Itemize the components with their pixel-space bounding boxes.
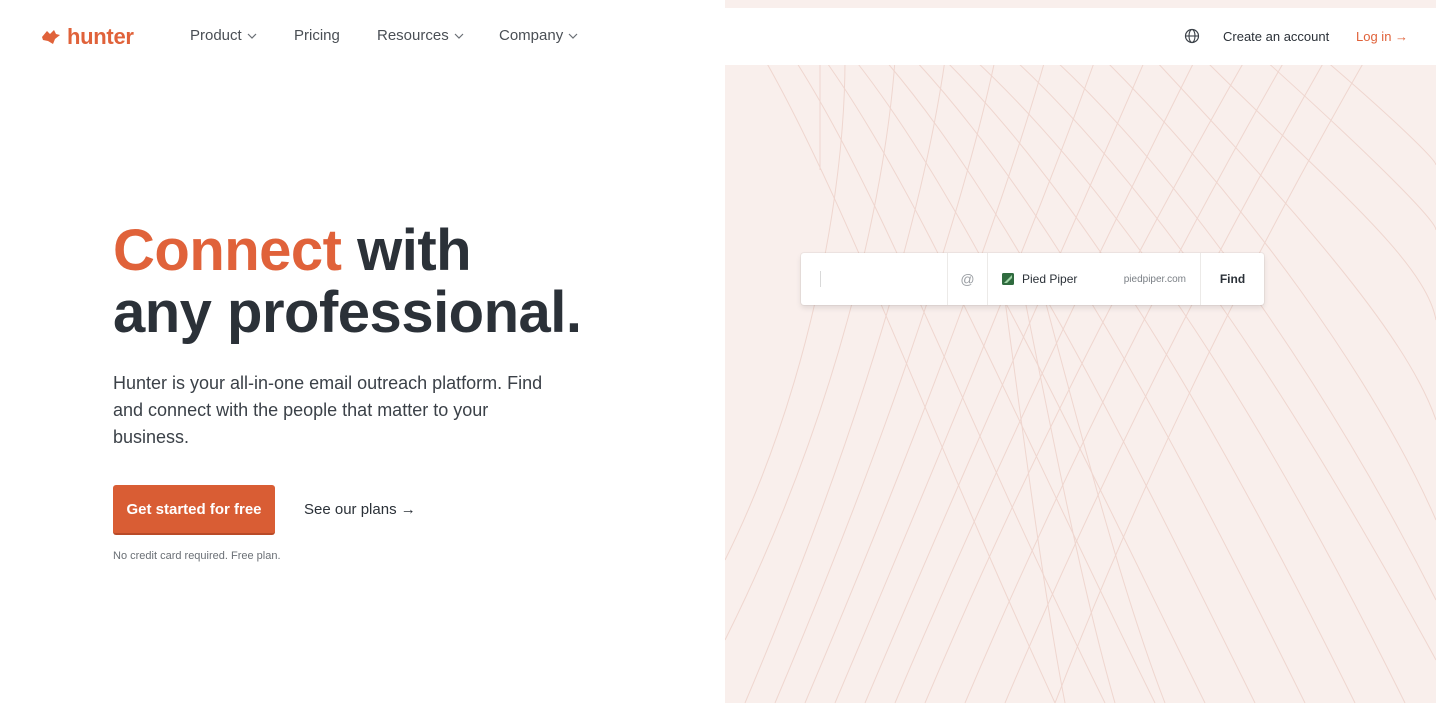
company-name: Pied Piper [1022, 272, 1078, 286]
hunter-logo[interactable]: hunter [40, 24, 134, 50]
hero-section: Connect with any professional. [113, 220, 582, 344]
nav-pricing-label: Pricing [294, 27, 340, 44]
see-plans-link[interactable]: See our plans → [304, 501, 416, 518]
get-started-button[interactable]: Get started for free [113, 485, 275, 535]
no-credit-card-note: No credit card required. Free plan. [113, 550, 281, 562]
nav-product[interactable]: Product [190, 27, 257, 44]
nav-company-label: Company [499, 27, 564, 44]
email-finder-demo: @ Pied Piper piedpiper.com Find [801, 253, 1264, 305]
background-line-pattern [725, 59, 1436, 703]
pied-piper-logo-icon [1002, 273, 1014, 285]
at-symbol: @ [948, 253, 988, 305]
company-domain: piedpiper.com [1123, 273, 1186, 285]
nav-company[interactable]: Company [499, 27, 578, 44]
chevron-down-icon [247, 33, 257, 39]
chevron-down-icon [454, 33, 464, 39]
chevron-down-icon [568, 33, 578, 39]
nav-resources[interactable]: Resources [377, 27, 464, 44]
site-header: hunter Product Pricing Resources Company… [0, 0, 1436, 72]
hero-headline: Connect with any professional. [113, 220, 582, 344]
headline-line-2: any professional. [113, 280, 582, 345]
nav-resources-label: Resources [377, 27, 449, 44]
hero-subtext: Hunter is your all-in-one email outreach… [113, 373, 543, 447]
logo-wordmark: hunter [67, 24, 134, 49]
find-button[interactable]: Find [1201, 253, 1264, 305]
headline-rest: with [341, 218, 472, 283]
globe-icon[interactable] [1184, 28, 1200, 44]
create-account-link[interactable]: Create an account [1223, 29, 1329, 44]
nav-pricing[interactable]: Pricing [294, 27, 340, 44]
hero-illustration-panel [725, 0, 1436, 703]
login-link[interactable]: Log in → [1356, 29, 1408, 44]
headline-accent: Connect [113, 218, 342, 283]
text-caret [820, 271, 821, 287]
name-input[interactable] [801, 253, 948, 305]
hunter-fox-icon [42, 30, 60, 44]
company-field[interactable]: Pied Piper piedpiper.com [988, 253, 1201, 305]
nav-product-label: Product [190, 27, 242, 44]
